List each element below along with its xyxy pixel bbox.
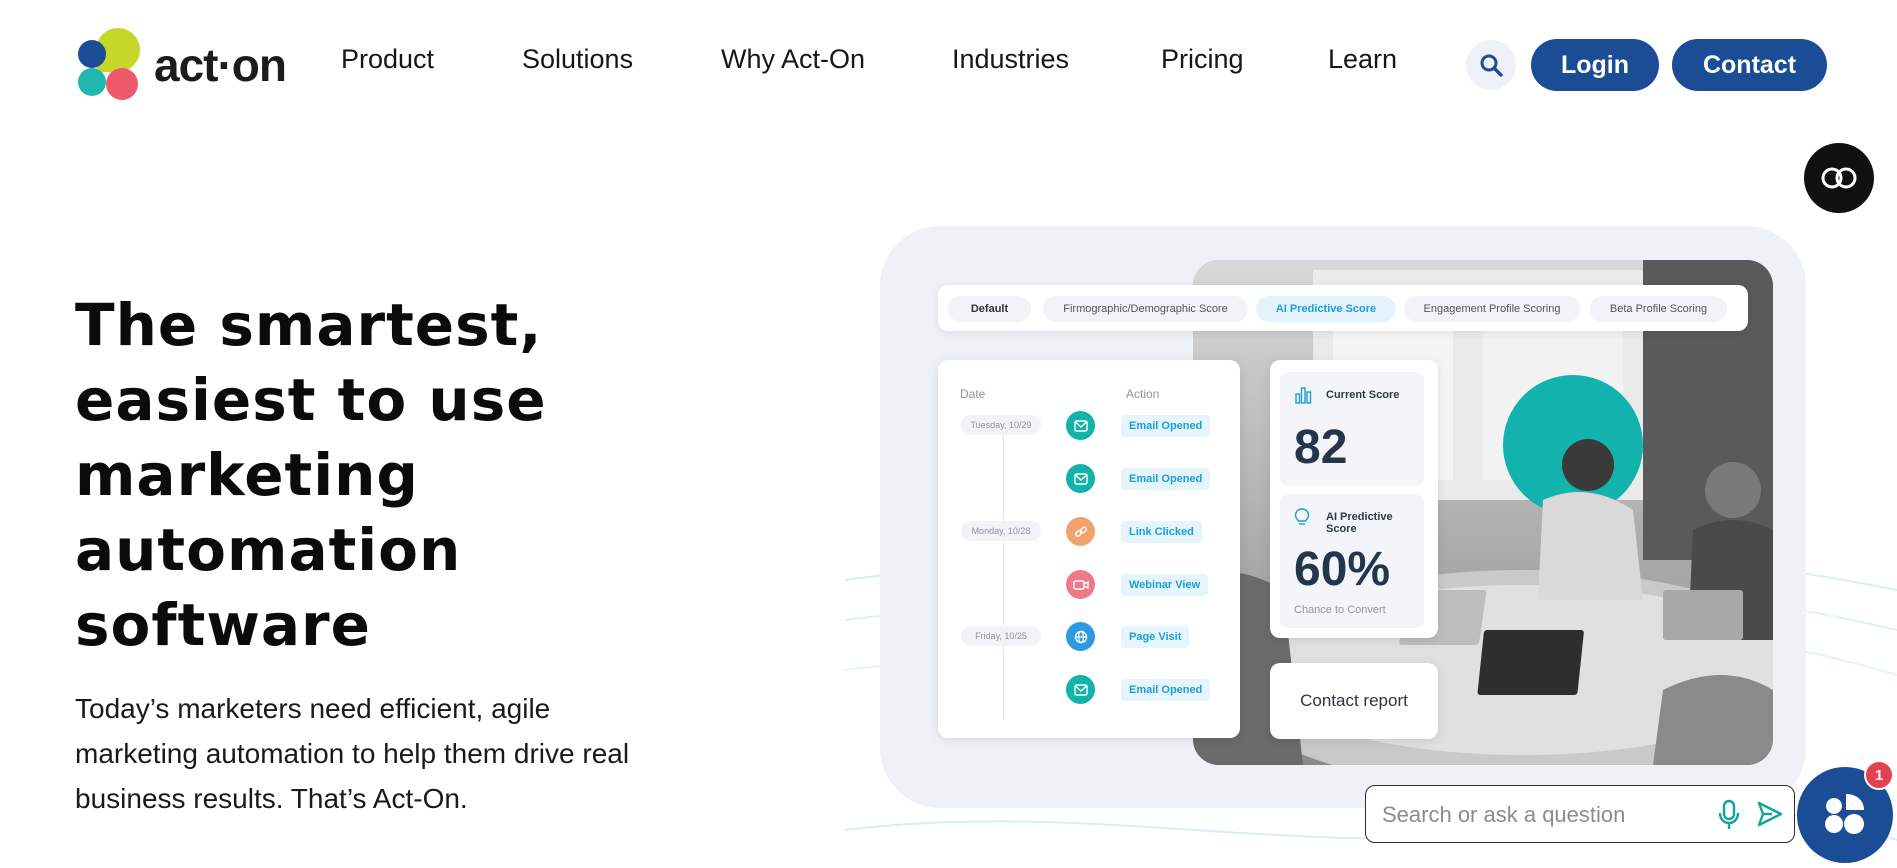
activity-timeline-panel: Date Action Tuesday, 10/29 Monday, 10/28… bbox=[938, 360, 1240, 738]
chat-search-box bbox=[1365, 785, 1795, 843]
ai-predictive-caption: Chance to Convert bbox=[1294, 604, 1386, 616]
search-icon bbox=[1480, 54, 1503, 77]
contact-report-button[interactable]: Contact report bbox=[1270, 663, 1438, 739]
activity-label[interactable]: Link Clicked bbox=[1121, 521, 1202, 543]
date-column-header: Date bbox=[960, 387, 986, 401]
captions-toggle-button[interactable] bbox=[1804, 143, 1874, 213]
login-button[interactable]: Login bbox=[1531, 39, 1659, 91]
current-score-value: 82 bbox=[1294, 421, 1348, 474]
microphone-icon[interactable] bbox=[1718, 799, 1740, 831]
activity-label[interactable]: Webinar View bbox=[1121, 574, 1209, 596]
nav-item-pricing[interactable]: Pricing bbox=[1161, 44, 1244, 75]
lightbulb-icon bbox=[1294, 508, 1310, 525]
logo-wordmark: act·on bbox=[154, 39, 287, 91]
activity-label[interactable]: Email Opened bbox=[1121, 468, 1211, 490]
score-card: Current Score 82 AI Predictive Score 60%… bbox=[1270, 360, 1438, 638]
video-icon bbox=[1066, 570, 1095, 599]
bar-chart-icon bbox=[1295, 387, 1312, 404]
hero-subtitle: Today’s marketers need efficient, agile … bbox=[75, 693, 630, 814]
scoring-tabs: Default Firmographic/Demographic Score A… bbox=[938, 285, 1748, 331]
activity-label[interactable]: Email Opened bbox=[1121, 679, 1211, 701]
hero-title: The smartest, easiest to use marketing a… bbox=[75, 291, 547, 659]
ai-predictive-panel: AI Predictive Score 60% Chance to Conver… bbox=[1280, 494, 1424, 628]
globe-icon bbox=[1066, 622, 1095, 651]
timeline-line bbox=[1003, 420, 1004, 720]
date-pill: Tuesday, 10/29 bbox=[961, 415, 1041, 435]
mail-icon bbox=[1066, 464, 1095, 493]
closed-captions-icon bbox=[1821, 167, 1857, 189]
mail-icon bbox=[1066, 411, 1095, 440]
link-icon bbox=[1066, 517, 1095, 546]
tab-beta-profile-scoring[interactable]: Beta Profile Scoring bbox=[1590, 296, 1727, 322]
tab-default[interactable]: Default bbox=[948, 296, 1031, 322]
ai-predictive-value: 60% bbox=[1294, 543, 1391, 596]
mail-icon bbox=[1066, 675, 1095, 704]
tab-engagement-profile-scoring[interactable]: Engagement Profile Scoring bbox=[1404, 296, 1580, 322]
nav-item-product[interactable]: Product bbox=[341, 44, 434, 75]
nav-item-solutions[interactable]: Solutions bbox=[522, 44, 633, 75]
nav-item-learn[interactable]: Learn bbox=[1328, 44, 1397, 75]
current-score-panel: Current Score 82 bbox=[1280, 372, 1424, 486]
activity-label[interactable]: Email Opened bbox=[1121, 415, 1211, 437]
contact-button[interactable]: Contact bbox=[1672, 39, 1827, 91]
act-on-logo[interactable]: act·on bbox=[78, 28, 287, 102]
act-on-chat-icon bbox=[1825, 794, 1864, 834]
tab-firmographic-score[interactable]: Firmographic/Demographic Score bbox=[1043, 296, 1248, 322]
send-icon[interactable] bbox=[1756, 800, 1784, 828]
notification-badge: 1 bbox=[1864, 760, 1894, 790]
date-pill: Monday, 10/28 bbox=[961, 521, 1041, 541]
chat-search-input[interactable] bbox=[1380, 798, 1704, 832]
date-pill: Friday, 10/25 bbox=[961, 626, 1041, 646]
nav-item-industries[interactable]: Industries bbox=[952, 44, 1069, 75]
search-button[interactable] bbox=[1466, 40, 1516, 90]
logo-mark-icon bbox=[78, 28, 142, 102]
nav-item-why-act-on[interactable]: Why Act-On bbox=[721, 44, 865, 75]
current-score-label: Current Score bbox=[1326, 389, 1400, 401]
action-column-header: Action bbox=[1126, 387, 1160, 401]
tab-ai-predictive-score[interactable]: AI Predictive Score bbox=[1256, 296, 1396, 322]
activity-label[interactable]: Page Visit bbox=[1121, 626, 1190, 648]
ai-predictive-label: AI Predictive Score bbox=[1326, 511, 1393, 535]
